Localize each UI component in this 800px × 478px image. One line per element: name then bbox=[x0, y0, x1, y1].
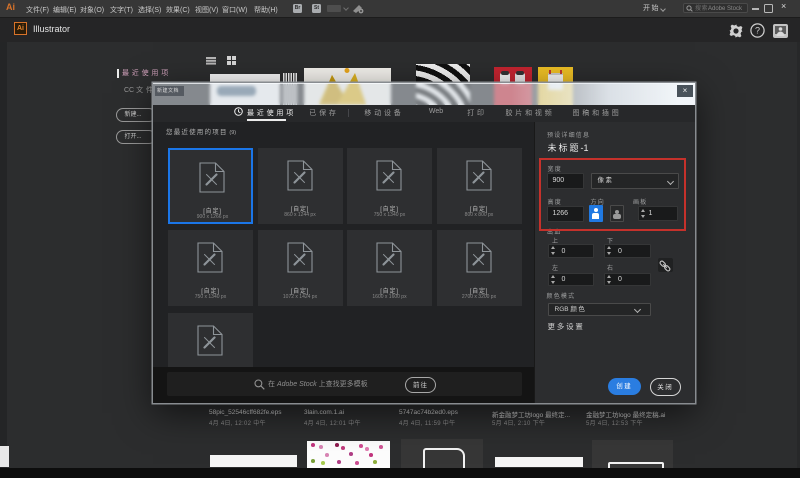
svg-text:?: ? bbox=[755, 26, 760, 36]
